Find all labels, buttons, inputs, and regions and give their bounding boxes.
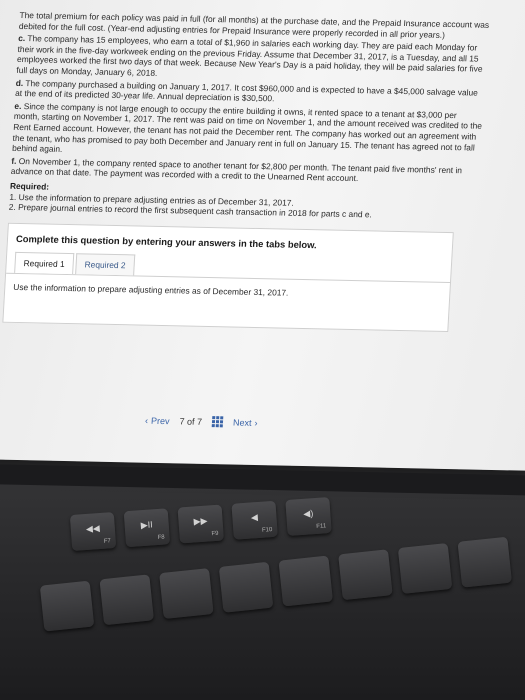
keyboard-key [457, 536, 513, 588]
key-f8-label: F8 [157, 534, 165, 542]
next-label: Next [232, 417, 252, 428]
question-content: The total premium for each policy was pa… [2, 10, 489, 332]
part-f-label: f. [11, 155, 17, 166]
key-f9-label: F9 [211, 530, 219, 538]
tab-required-1[interactable]: Required 1 [14, 251, 75, 274]
required-section: Required: 1. Use the information to prep… [8, 181, 480, 223]
key-f7: ◀◀ F7 [69, 512, 117, 552]
key-f8: ▶II F8 [123, 508, 171, 548]
prev-button[interactable]: ‹ Prev [145, 415, 170, 426]
next-button[interactable]: Next › [233, 417, 258, 428]
tab-required-2[interactable]: Required 2 [75, 252, 136, 276]
part-e: e. Since the company is not large enough… [12, 101, 485, 164]
grid-icon[interactable] [211, 416, 224, 428]
key-f11-label: F11 [316, 523, 327, 530]
prev-label: Prev [150, 415, 170, 426]
volume-down-icon: ◀) [302, 508, 314, 519]
part-c-text: The company has 15 employees, who earn a… [16, 33, 483, 78]
answer-panel: Complete this question by entering your … [2, 222, 454, 332]
fast-forward-icon: ▶▶ [193, 515, 208, 527]
part-e-text: Since the company is not large enough to… [11, 100, 483, 155]
key-f9: ▶▶ F9 [177, 504, 224, 544]
mute-icon: ◀ [250, 512, 259, 523]
keyboard-key [278, 555, 334, 607]
key-f7-label: F7 [103, 538, 111, 545]
rewind-icon: ◀◀ [85, 523, 101, 535]
keyboard-key [159, 568, 214, 620]
laptop-screen: The total premium for each policy was pa… [0, 0, 525, 471]
question-pager: ‹ Prev 7 of 7 Next › [145, 415, 258, 428]
play-pause-icon: ▶II [140, 519, 153, 531]
problem-statement: The total premium for each policy was pa… [10, 10, 490, 187]
keyboard-key [39, 580, 95, 632]
page-total: of 7 [186, 416, 203, 427]
part-c: c. The company has 15 employees, who ear… [16, 33, 488, 85]
key-f10-label: F10 [261, 527, 273, 534]
key-f11: ◀) F11 [285, 496, 332, 536]
keyboard-key [338, 549, 393, 601]
part-e-label: e. [14, 100, 22, 111]
tab-content-text: Use the information to prepare adjusting… [13, 281, 289, 298]
part-c-label: c. [17, 33, 26, 44]
page-current: 7 [179, 415, 185, 427]
keyboard-key [218, 561, 274, 613]
part-d-label: d. [15, 77, 24, 88]
keyboard-key [99, 574, 154, 626]
photo-of-laptop-screen: The total premium for each policy was pa… [0, 0, 525, 700]
chevron-left-icon: ‹ [144, 415, 149, 426]
key-f10: ◀ F10 [231, 500, 278, 540]
page-position: 7 of 7 [179, 416, 202, 426]
chevron-right-icon: › [254, 417, 258, 428]
keyboard-key [397, 542, 453, 594]
